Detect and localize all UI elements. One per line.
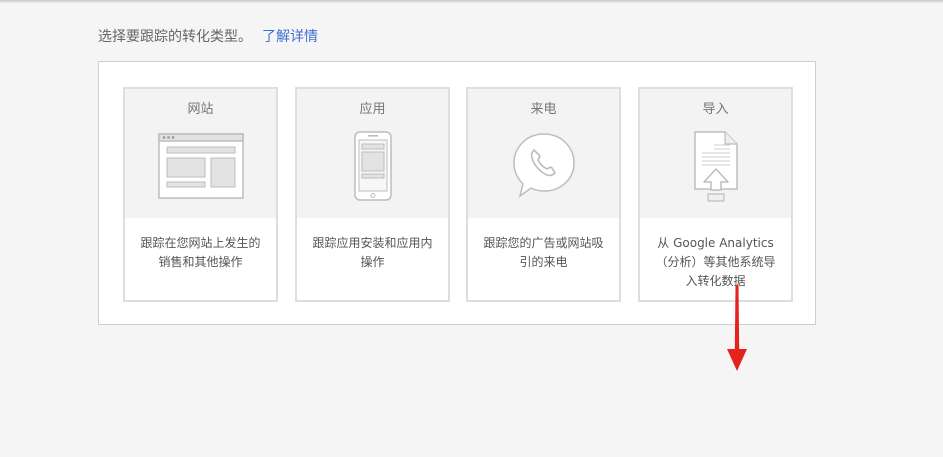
import-file-icon — [693, 131, 738, 202]
card-title: 来电 — [530, 102, 557, 117]
phone-call-icon — [512, 133, 575, 198]
top-border — [0, 0, 943, 3]
card-title: 网站 — [187, 102, 214, 117]
mobile-app-icon — [353, 131, 392, 201]
conversion-card-website[interactable]: 网站 跟踪在您网站上发生的销售和其他操作 — [123, 87, 278, 302]
intro-line: 选择要跟踪的转化类型。 了解详情 — [98, 26, 318, 46]
card-header: 导入 — [640, 89, 791, 218]
card-header: 来电 — [468, 89, 619, 218]
conversion-type-panel: 网站 跟踪在您网站上发生的销售和其他操作 应用 跟踪应用安装和应用内操作 来电 … — [98, 61, 816, 325]
card-title: 导入 — [702, 102, 729, 117]
website-icon — [157, 133, 244, 199]
card-description: 跟踪在您网站上发生的销售和其他操作 — [140, 236, 261, 269]
card-description: 从 Google Analytics（分析）等其他系统导入转化数据 — [655, 236, 776, 288]
card-description: 跟踪您的广告或网站吸引的来电 — [483, 236, 604, 269]
intro-text: 选择要跟踪的转化类型。 — [98, 29, 252, 45]
conversion-card-import[interactable]: 导入 从 Google Analytics（分析）等其他系统导入转化数据 — [638, 87, 793, 302]
conversion-card-app[interactable]: 应用 跟踪应用安装和应用内操作 — [295, 87, 450, 302]
card-title: 应用 — [359, 102, 386, 117]
card-header: 应用 — [297, 89, 448, 218]
conversion-card-phone-calls[interactable]: 来电 跟踪您的广告或网站吸引的来电 — [466, 87, 621, 302]
card-description: 跟踪应用安装和应用内操作 — [312, 236, 433, 269]
learn-more-link[interactable]: 了解详情 — [262, 29, 318, 45]
card-header: 网站 — [125, 89, 276, 218]
red-arrow-down-icon — [727, 285, 747, 371]
